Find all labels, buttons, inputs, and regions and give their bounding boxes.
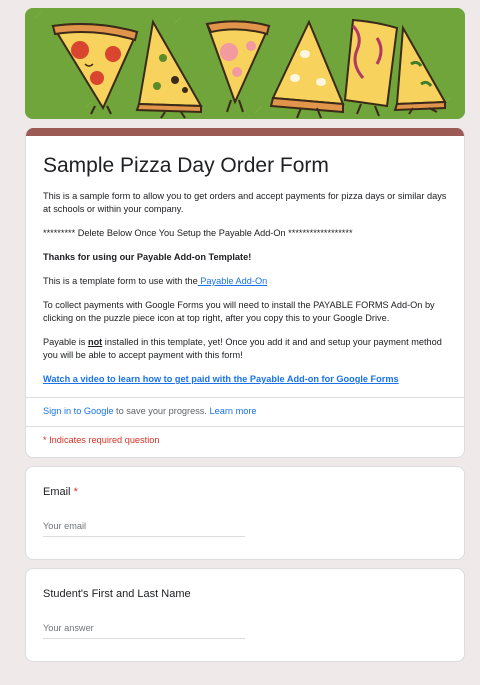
- pizza-banner-illustration: [25, 8, 465, 119]
- form-header-body: Sample Pizza Day Order Form This is a sa…: [26, 136, 464, 457]
- question-label-student-name: Student's First and Last Name: [43, 588, 191, 600]
- question-title: Email: [43, 486, 71, 498]
- form-title: Sample Pizza Day Order Form: [43, 154, 329, 177]
- form-description: This is a sample form to allow you to ge…: [43, 190, 447, 386]
- student-name-input[interactable]: [43, 619, 245, 639]
- signin-row: Sign in to Google to save your progress.…: [43, 398, 447, 426]
- learn-more-link[interactable]: Learn more: [210, 406, 257, 416]
- required-asterisk: *: [73, 486, 78, 498]
- description-template: This is a template form to use with the …: [43, 275, 447, 288]
- form-header-card: Sample Pizza Day Order Form This is a sa…: [25, 128, 465, 458]
- form-container: Sample Pizza Day Order Form This is a sa…: [25, 8, 465, 662]
- question-card-email: Email *: [25, 466, 465, 560]
- description-install-instructions: To collect payments with Google Forms yo…: [43, 300, 435, 323]
- description-delete-note: ********* Delete Below Once You Setup th…: [43, 228, 353, 238]
- description-video-row: Watch a video to learn how to get paid w…: [43, 373, 447, 386]
- description-not-installed: Payable is not installed in this templat…: [43, 336, 447, 362]
- sign-in-link[interactable]: Sign in to Google: [43, 406, 114, 416]
- watch-video-link[interactable]: Watch a video to learn how to get paid w…: [43, 374, 399, 384]
- not-installed-post: installed in this template, yet! Once yo…: [43, 337, 442, 360]
- question-card-student-name: Student's First and Last Name: [25, 568, 465, 662]
- required-note: * Indicates required question: [43, 435, 160, 445]
- description-thanks: Thanks for using our Payable Add-on Temp…: [43, 252, 252, 262]
- email-input[interactable]: [43, 517, 245, 537]
- header-banner-image: [25, 8, 465, 119]
- question-label-email: Email *: [43, 485, 447, 499]
- not-emphasis: not: [87, 337, 103, 347]
- description-template-text: This is a template form to use with the: [43, 276, 198, 286]
- description-intro: This is a sample form to allow you to ge…: [43, 191, 447, 214]
- theme-accent-bar: [26, 128, 464, 136]
- payable-addon-link[interactable]: Payable Add-On: [198, 276, 267, 286]
- signin-text: to save your progress.: [113, 406, 210, 416]
- not-installed-pre: Payable is: [43, 337, 88, 347]
